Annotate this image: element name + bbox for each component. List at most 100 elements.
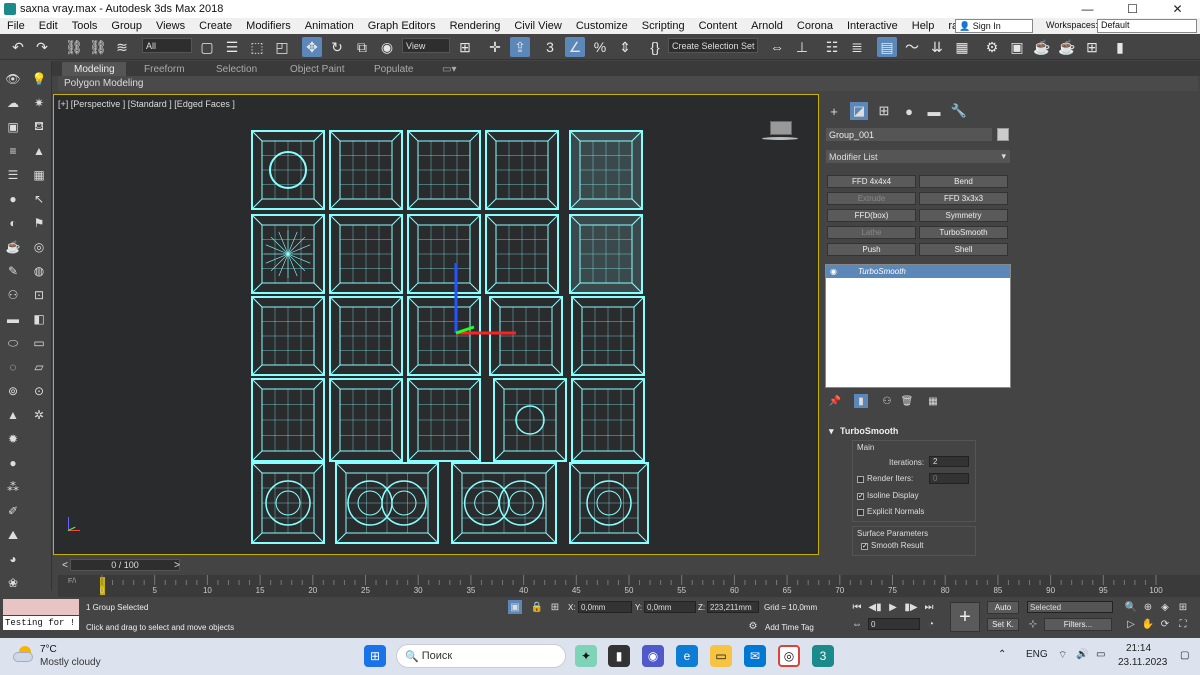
mod-push-button[interactable]: Push [827,243,916,256]
render-setup-icon[interactable]: ⚙ [982,37,1002,57]
fov-icon[interactable]: ▷ [1124,617,1138,631]
close-button[interactable]: ✕ [1155,0,1200,18]
maximize-button[interactable]: ☐ [1110,0,1155,18]
key-filters-icon[interactable]: ⊹ [1026,617,1040,631]
material-editor-icon[interactable]: ▦ [952,37,972,57]
task-view-icon[interactable]: ▮ [608,645,630,667]
wire-tile[interactable] [485,130,559,210]
shape-icon[interactable]: ▱ [31,359,47,375]
wifi-icon[interactable]: ⌔ [1058,649,1067,662]
menu-rendering[interactable]: Rendering [443,20,508,32]
light-icon[interactable]: 💡 [31,71,47,87]
render-icon[interactable]: ☕ [1032,37,1052,57]
mod-ffd333-button[interactable]: FFD 3x3x3 [919,192,1008,205]
globe-icon[interactable]: ◕ [5,551,21,567]
modifier-stack[interactable]: ◉ TurboSmooth [825,264,1011,388]
x-coord-field[interactable]: 0,0mm [578,601,632,613]
grid-icon[interactable]: ▦ [31,167,47,183]
view-eye-icon[interactable]: ⊙ [31,383,47,399]
set-key-button[interactable]: Set K. [987,618,1019,631]
volume-icon[interactable]: 🔊 [1076,649,1088,660]
notification-icon[interactable]: ▢ [1180,650,1189,661]
a360-icon[interactable]: ▮ [1110,37,1130,57]
wire-tile[interactable] [569,130,643,210]
menu-interactive[interactable]: Interactive [840,20,905,32]
render-iters-spinner[interactable]: 0 [929,473,969,484]
taskbar-search[interactable]: 🔍 Поиск [396,644,566,668]
wire-tile[interactable] [407,378,481,462]
mod-extrude-button[interactable]: Extrude [827,192,916,205]
camera-icon[interactable]: ⛾ [31,119,47,135]
hierarchy-tab-icon[interactable]: ⊞ [875,102,893,120]
manipulate-icon[interactable]: ✛ [485,37,505,57]
pivot-icon[interactable]: ⊞ [455,37,475,57]
wireframe-grid[interactable] [54,95,819,555]
start-icon[interactable]: ⊞ [364,645,386,667]
object-name-field[interactable]: Group_001 [826,128,992,141]
wire-tile[interactable] [251,214,325,294]
menu-civil-view[interactable]: Civil View [507,20,568,32]
tab-object-paint[interactable]: Object Paint [278,62,356,76]
flag-icon[interactable]: ⚑ [31,215,47,231]
align-icon[interactable]: ⊥ [792,37,812,57]
cylinder-icon[interactable]: ⬭ [5,335,21,351]
material-icon[interactable]: ◍ [31,263,47,279]
sphere-icon[interactable]: ◐ [5,215,21,231]
go-to-start-icon[interactable]: ⏮ [850,600,864,614]
menu-corona[interactable]: Corona [790,20,840,32]
schematic-view-icon[interactable]: ⇊ [927,37,947,57]
ribbon-toggle-icon[interactable]: ▤ [877,37,897,57]
orbit-icon[interactable]: ⟳ [1158,617,1172,631]
utilities-tab-icon[interactable]: 🔧 [950,102,968,120]
wire-tile[interactable] [251,378,325,462]
mail-icon[interactable]: ✉ [744,645,766,667]
battery-icon[interactable]: ▭ [1096,649,1105,660]
zoom-all-icon[interactable]: ⊕ [1141,600,1155,614]
wire-tile[interactable] [329,378,403,462]
star-icon[interactable]: ✹ [5,431,21,447]
people-icon[interactable]: ⚇ [5,287,21,303]
stack-item-turbosmooth[interactable]: ◉ TurboSmooth [826,265,1010,278]
maximize-viewport-icon[interactable]: ⛶ [1176,617,1190,631]
edit-named-sets-icon[interactable]: {} [645,37,665,57]
wire-tile[interactable] [251,296,325,376]
tab-selection[interactable]: Selection [204,62,269,76]
wire-tile[interactable] [485,214,559,294]
add-time-tag[interactable]: Add Time Tag [765,623,814,632]
isolate-icon[interactable]: ▣ [508,600,522,614]
rect-selection-icon[interactable]: ⬚ [247,37,267,57]
pin-icon[interactable]: ✲ [31,407,47,423]
snap-3d-icon[interactable]: 3 [540,37,560,57]
track-bar[interactable]: F/\ 0 5 10 15 20 25 30 35 40 45 50 55 60 65 70 75 80 85 90… [58,575,1200,597]
render-frame-icon[interactable]: ▣ [1007,37,1027,57]
set-key-big-button[interactable]: + [950,602,980,632]
mod-turbosmooth-button[interactable]: TurboSmooth [919,226,1008,239]
clock-time[interactable]: 21:14 [1126,643,1151,654]
mod-symmetry-button[interactable]: Symmetry [919,209,1008,222]
z-coord-field[interactable]: 223,211mm [707,601,759,613]
select-object-icon[interactable]: ▢ [197,37,217,57]
menu-graph-editors[interactable]: Graph Editors [361,20,443,32]
percent-snap-icon[interactable]: % [590,37,610,57]
play-icon[interactable]: ▶ [886,600,900,614]
absolute-mode-icon[interactable]: ⊞ [548,600,562,614]
list-icon[interactable]: ≡ [5,143,21,159]
menu-customize[interactable]: Customize [569,20,635,32]
plane-icon[interactable]: ▬ [5,311,21,327]
show-end-result-icon[interactable]: ▮ [854,394,868,408]
render-iterative-icon[interactable]: ☕ [1057,37,1077,57]
layer-explorer-icon[interactable]: ≣ [847,37,867,57]
sun-icon[interactable]: ◌ [5,359,21,375]
menu-create[interactable]: Create [192,20,239,32]
teams-icon[interactable]: ◉ [642,645,664,667]
configure-sets-icon[interactable]: ▦ [926,394,940,408]
wire-tile[interactable] [571,296,645,376]
mod-lathe-button[interactable]: Lathe [827,226,916,239]
tab-populate[interactable]: Populate [362,62,425,76]
create-tab-icon[interactable]: + [825,102,843,120]
render-iters-checkbox[interactable] [857,476,864,483]
torus-icon[interactable]: ◎ [31,239,47,255]
bulb-icon[interactable]: ● [5,191,21,207]
wire-tile[interactable] [571,378,645,462]
wire-tile[interactable] [569,214,643,294]
